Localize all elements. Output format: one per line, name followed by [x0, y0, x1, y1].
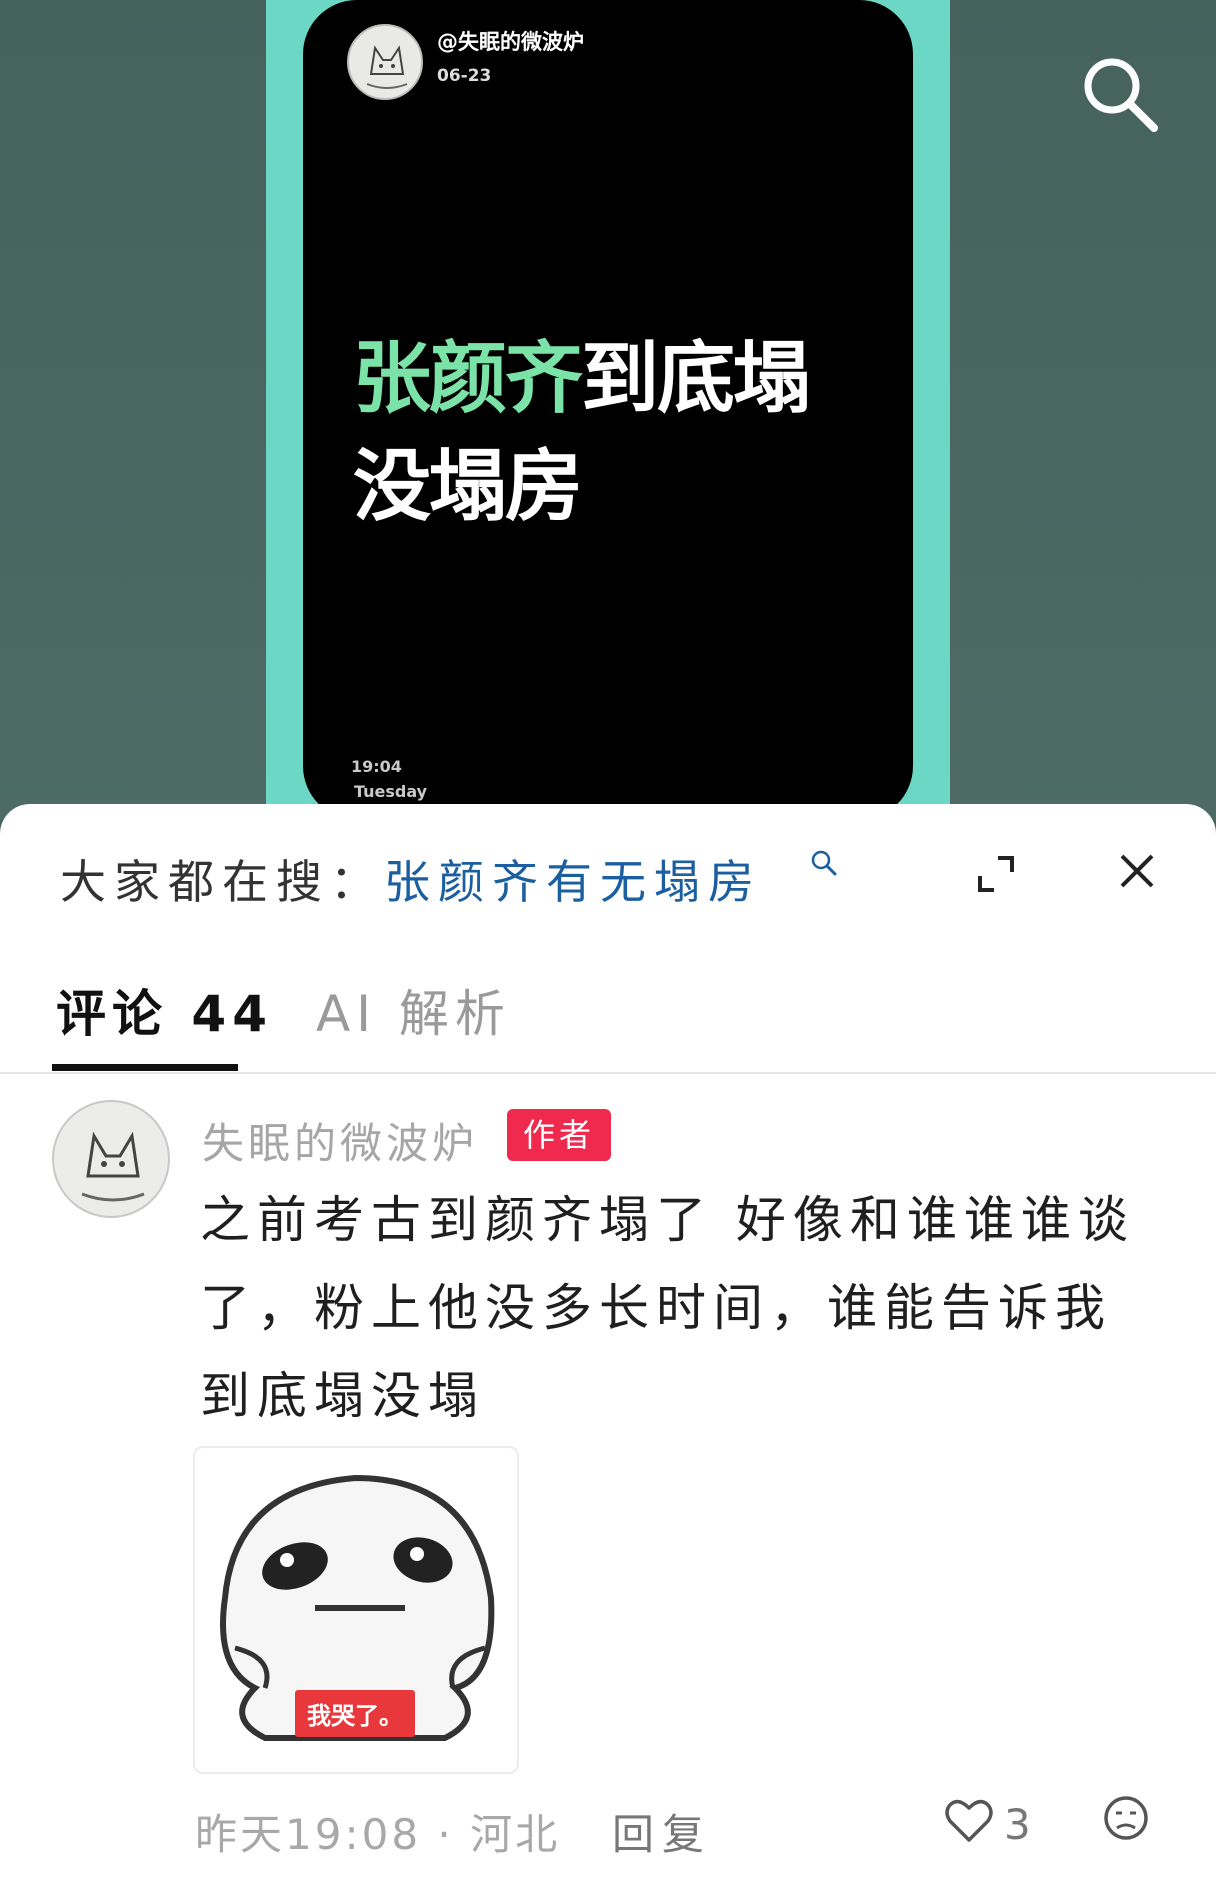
video-title: 张颜齐到底塌没塌房 [353, 325, 833, 541]
video-screen[interactable]: @失眠的微波炉 06-23 张颜齐到底塌没塌房 19:04 Tuesday [303, 0, 913, 820]
hot-search-query[interactable]: 张颜齐有无塌房 [384, 855, 762, 909]
comment-meta: 昨天19:08 · 河北 [195, 1810, 561, 1859]
avatar[interactable] [52, 1100, 170, 1218]
comment-text: 之前考古到颜齐塌了 好像和谁谁谁谈了，粉上他没多长时间，谁能告诉我到底塌没塌 [200, 1191, 1135, 1425]
tab-comments[interactable]: 评论 44 [56, 974, 273, 1046]
hot-search-bar[interactable]: 大家都在搜：张颜齐有无塌房 [60, 846, 762, 912]
reply-button[interactable]: 回复 [612, 1801, 712, 1862]
sheet-tabs: 评论 44 AI 解析 [0, 974, 1216, 1074]
search-icon[interactable] [1078, 52, 1162, 136]
active-tab-indicator [52, 1064, 238, 1071]
video-date: 06-23 [437, 66, 492, 86]
expand-icon[interactable] [974, 852, 1018, 896]
video-author-avatar [347, 24, 423, 100]
heart-icon[interactable] [942, 1794, 996, 1848]
like-count: 3 [1004, 1800, 1031, 1849]
close-icon[interactable] [1118, 852, 1156, 890]
tab-ai-analysis[interactable]: AI 解析 [316, 974, 511, 1046]
video-author-name: @失眠的微波炉 [437, 30, 584, 54]
dislike-face-icon[interactable] [1102, 1794, 1150, 1842]
comment-sheet: 大家都在搜：张颜齐有无塌房 评论 44 AI 解析 失眠的微波炉 作者 之前考古… [0, 804, 1216, 1883]
comment-sticker-image[interactable]: 我哭了。 [193, 1446, 519, 1774]
video-clock-time: 19:04 [351, 757, 402, 776]
video-title-highlight: 张颜齐 [353, 334, 583, 424]
hot-search-label: 大家都在搜： [60, 855, 384, 909]
author-badge: 作者 [507, 1109, 612, 1161]
video-clock-day: Tuesday [354, 782, 428, 801]
search-query-icon [811, 850, 837, 876]
comment-username[interactable]: 失眠的微波炉 [202, 1110, 478, 1171]
sticker-caption: 我哭了。 [295, 1690, 415, 1737]
